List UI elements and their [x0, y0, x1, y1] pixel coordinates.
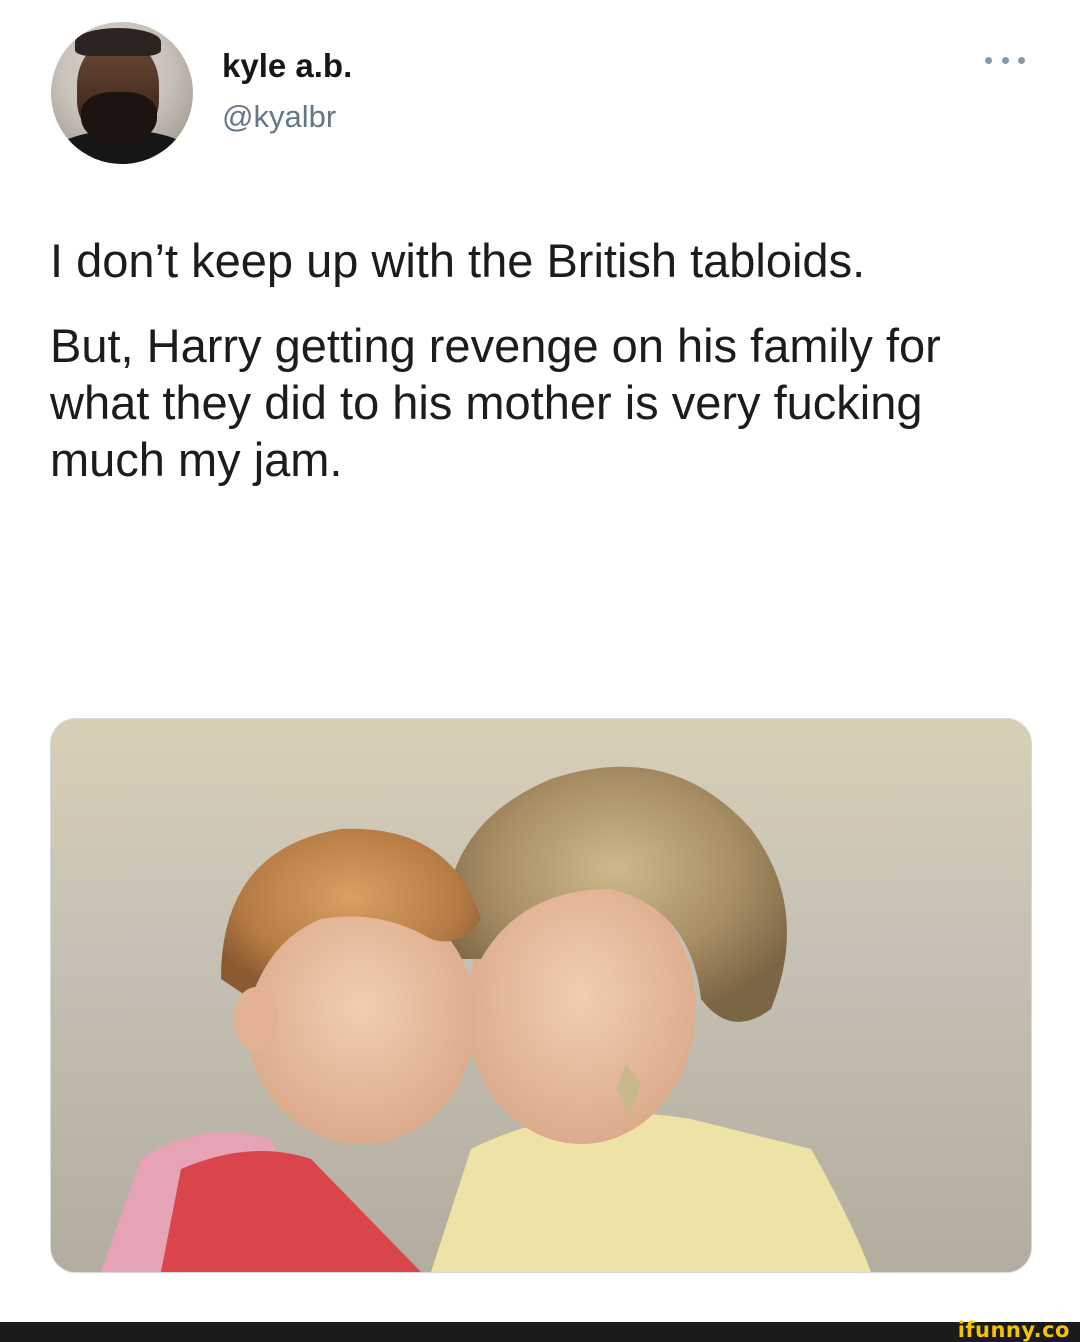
tweet-paragraph: I don’t keep up with the British tabloid…	[50, 234, 866, 287]
more-dot	[1018, 56, 1025, 64]
tweet-text: I don’t keep up with the British tabloid…	[50, 232, 1040, 488]
avatar-beard	[81, 92, 157, 144]
ifunny-watermark: ifunny.co	[957, 1318, 1070, 1342]
more-dot	[1001, 56, 1009, 64]
photo-illustration	[51, 719, 1031, 1272]
display-name[interactable]: kyle a.b.	[222, 46, 352, 86]
more-options-icon[interactable]	[985, 48, 1025, 72]
more-dot	[985, 56, 992, 64]
footer-bar: ifunny.co	[0, 1318, 1080, 1342]
user-handle[interactable]: @kyalbr	[222, 98, 336, 136]
avatar[interactable]	[51, 22, 193, 164]
tweet-media-photo[interactable]	[50, 718, 1032, 1273]
avatar-hat	[75, 28, 161, 56]
tweet-card: kyle a.b. @kyalbr I don’t keep up with t…	[0, 0, 1080, 1322]
tweet-paragraph: But, Harry getting revenge on his family…	[50, 319, 941, 486]
